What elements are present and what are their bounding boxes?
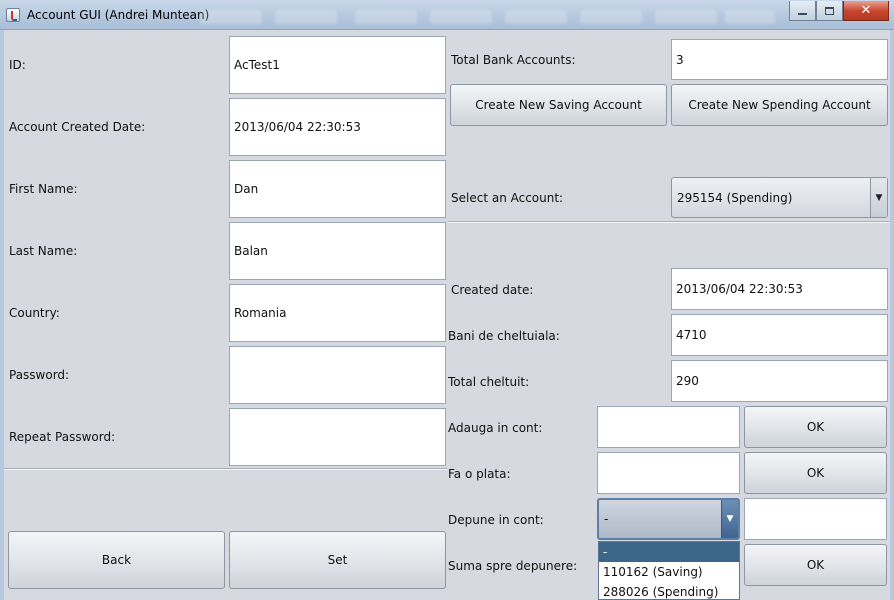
total-accounts-label: Total Bank Accounts: [451, 53, 576, 67]
country-field[interactable]: Romania [229, 284, 446, 342]
deposit-amount-label: Suma spre depunere: [448, 559, 578, 573]
account-select[interactable]: 295154 (Spending) ▼ [671, 177, 888, 218]
window-title: Account GUI (Andrei Muntean) [27, 8, 210, 22]
first-name-label: First Name: [9, 182, 78, 196]
id-label: ID: [9, 58, 26, 72]
set-button[interactable]: Set [229, 531, 446, 589]
make-payment-ok-button[interactable]: OK [744, 452, 887, 494]
account-select-value: 295154 (Spending) [677, 190, 793, 205]
id-field[interactable]: AcTest1 [229, 36, 446, 94]
chevron-down-icon[interactable]: ▼ [721, 500, 738, 538]
background-blur [725, 10, 775, 24]
spending-money-field[interactable]: 4710 [671, 314, 888, 356]
right-separator [448, 221, 890, 223]
maximize-icon [825, 6, 834, 15]
create-spending-account-button[interactable]: Create New Spending Account [671, 84, 888, 126]
make-payment-label: Fa o plata: [448, 467, 511, 481]
spending-money-label: Bani de cheltuiala: [448, 329, 560, 343]
created-date-label: Account Created Date: [9, 120, 146, 134]
java-app-icon [6, 8, 20, 22]
create-saving-account-button[interactable]: Create New Saving Account [450, 84, 667, 126]
created-date-label: Created date: [451, 283, 534, 297]
select-account-label: Select an Account: [451, 191, 564, 205]
created-date-field[interactable]: 2013/06/04 22:30:53 [229, 98, 446, 156]
background-blur [200, 10, 262, 24]
background-blur [655, 10, 717, 24]
add-to-account-label: Adauga in cont: [448, 421, 543, 435]
minimize-icon [798, 12, 807, 15]
minimize-button[interactable] [789, 1, 816, 21]
dropdown-option[interactable]: 110162 (Saving) [599, 562, 739, 582]
deposit-amount-field[interactable] [744, 498, 887, 540]
add-to-account-field[interactable] [597, 406, 740, 448]
dropdown-option[interactable]: - [599, 542, 739, 562]
left-separator [4, 468, 447, 470]
dropdown-option[interactable]: 288026 (Spending) [599, 582, 739, 599]
country-label: Country: [9, 306, 60, 320]
total-spent-label: Total cheltuit: [448, 375, 530, 389]
deposit-ok-button[interactable]: OK [744, 544, 887, 586]
close-icon: ✕ [860, 3, 872, 18]
last-name-label: Last Name: [9, 244, 78, 258]
first-name-field[interactable]: Dan [229, 160, 446, 218]
password-label: Password: [9, 368, 70, 382]
last-name-field[interactable]: Balan [229, 222, 446, 280]
background-blur [275, 10, 337, 24]
deposit-label: Depune in cont: [448, 513, 544, 527]
background-blur [430, 10, 492, 24]
total-accounts-field[interactable]: 3 [671, 39, 888, 80]
account-created-date-field[interactable]: 2013/06/04 22:30:53 [671, 268, 888, 310]
total-spent-field[interactable]: 290 [671, 360, 888, 402]
background-blur [355, 10, 417, 24]
repeat-password-field[interactable] [229, 408, 446, 466]
deposit-dropdown-list: - 110162 (Saving) 288026 (Spending) [598, 541, 740, 600]
make-payment-field[interactable] [597, 452, 740, 494]
background-blur [505, 10, 567, 24]
password-field[interactable] [229, 346, 446, 404]
close-button[interactable]: ✕ [843, 1, 889, 21]
back-button[interactable]: Back [8, 531, 225, 589]
background-blur [580, 10, 642, 24]
add-to-account-ok-button[interactable]: OK [744, 406, 887, 448]
deposit-account-select-value: - [604, 512, 609, 526]
deposit-account-select[interactable]: - ▼ [597, 498, 740, 540]
repeat-password-label: Repeat Password: [9, 430, 116, 444]
chevron-down-icon[interactable]: ▼ [870, 178, 887, 217]
maximize-button[interactable] [816, 1, 843, 21]
